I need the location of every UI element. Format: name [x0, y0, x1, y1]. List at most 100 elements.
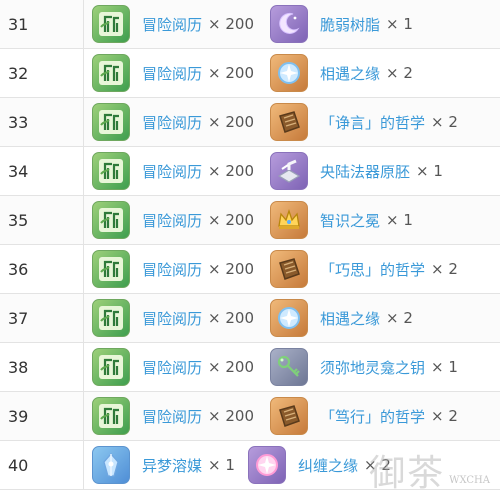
row-index: 36 [0, 245, 84, 293]
reward-qty: × 2 [386, 309, 413, 327]
reward-2: 「巧思」的哲学 × 2 [270, 245, 458, 293]
reward-1: 冒险阅历 × 200 [92, 392, 254, 440]
reward-2: 「诤言」的哲学 × 2 [270, 98, 458, 146]
row-index: 37 [0, 294, 84, 342]
adventure-exp-icon [92, 152, 130, 190]
reward-2: 央陆法器原胚 × 1 [270, 147, 443, 195]
reward-link[interactable]: 冒险阅历 [142, 308, 202, 329]
reward-qty: × 1 [386, 15, 413, 33]
acquaint-fate-icon [270, 54, 308, 92]
reward-link[interactable]: 冒险阅历 [142, 161, 202, 182]
reward-2: 「笃行」的哲学 × 2 [270, 392, 458, 440]
row-index: 40 [0, 441, 84, 489]
table-row: 32 冒险阅历 × 200 相遇之缘 × 2 [0, 49, 500, 98]
reward-qty: × 200 [208, 407, 254, 425]
table-row: 36 冒险阅历 × 200 「巧思」的哲学 × 2 [0, 245, 500, 294]
reward-link[interactable]: 须弥地灵龛之钥 [320, 357, 425, 378]
row-index: 32 [0, 49, 84, 97]
reward-qty: × 2 [431, 113, 458, 131]
adventure-exp-icon [92, 5, 130, 43]
reward-link[interactable]: 冒险阅历 [142, 357, 202, 378]
reward-link[interactable]: 冒险阅历 [142, 259, 202, 280]
reward-qty: × 2 [431, 407, 458, 425]
crown-icon [270, 201, 308, 239]
adventure-exp-icon [92, 201, 130, 239]
reward-link[interactable]: 「巧思」的哲学 [320, 259, 425, 280]
reward-qty: × 1 [431, 358, 458, 376]
reward-qty: × 1 [208, 456, 235, 474]
reward-link[interactable]: 相遇之缘 [320, 63, 380, 84]
reward-2: 智识之冕 × 1 [270, 196, 413, 244]
reward-qty: × 200 [208, 260, 254, 278]
adventure-exp-icon [92, 299, 130, 337]
reward-2: 相遇之缘 × 2 [270, 49, 413, 97]
table-row: 35 冒险阅历 × 200 智识之冕 × 1 [0, 196, 500, 245]
table-row: 31 冒险阅历 × 200 脆弱树脂 × 1 [0, 0, 500, 49]
reward-qty: × 200 [208, 211, 254, 229]
table-row: 40 异梦溶媒 × 1 纠缠之缘 × 2 [0, 441, 500, 490]
reward-qty: × 200 [208, 113, 254, 131]
philosophy-book-icon [270, 250, 308, 288]
adventure-exp-icon [92, 54, 130, 92]
philosophy-book-icon [270, 397, 308, 435]
shrine-key-icon [270, 348, 308, 386]
row-index: 38 [0, 343, 84, 391]
reward-link[interactable]: 冒险阅历 [142, 14, 202, 35]
reward-1: 冒险阅历 × 200 [92, 98, 254, 146]
intertwined-fate-icon [248, 446, 286, 484]
reward-qty: × 2 [386, 64, 413, 82]
table-row: 39 冒险阅历 × 200 「笃行」的哲学 × 2 [0, 392, 500, 441]
adventure-exp-icon [92, 250, 130, 288]
table-row: 37 冒险阅历 × 200 相遇之缘 × 2 [0, 294, 500, 343]
reward-1: 冒险阅历 × 200 [92, 147, 254, 195]
reward-link[interactable]: 央陆法器原胚 [320, 161, 410, 182]
philosophy-book-icon [270, 103, 308, 141]
reward-2: 脆弱树脂 × 1 [270, 0, 413, 48]
reward-qty: × 2 [364, 456, 391, 474]
table-row: 33 冒险阅历 × 200 「诤言」的哲学 × 2 [0, 98, 500, 147]
adventure-exp-icon [92, 103, 130, 141]
reward-1: 冒险阅历 × 200 [92, 0, 254, 48]
reward-1: 冒险阅历 × 200 [92, 343, 254, 391]
reward-qty: × 200 [208, 358, 254, 376]
row-index: 33 [0, 98, 84, 146]
row-index: 31 [0, 0, 84, 48]
reward-link[interactable]: 纠缠之缘 [298, 455, 358, 476]
reward-2: 相遇之缘 × 2 [270, 294, 413, 342]
reward-link[interactable]: 冒险阅历 [142, 406, 202, 427]
row-index: 39 [0, 392, 84, 440]
row-index: 35 [0, 196, 84, 244]
reward-1: 冒险阅历 × 200 [92, 196, 254, 244]
reward-qty: × 200 [208, 15, 254, 33]
reward-1: 异梦溶媒 × 1 [92, 441, 235, 489]
reward-link[interactable]: 相遇之缘 [320, 308, 380, 329]
reward-link[interactable]: 冒险阅历 [142, 63, 202, 84]
reward-link[interactable]: 异梦溶媒 [142, 455, 202, 476]
adventure-exp-icon [92, 348, 130, 386]
reward-link[interactable]: 脆弱树脂 [320, 14, 380, 35]
table-row: 38 冒险阅历 × 200 须弥地灵龛之钥 × 1 [0, 343, 500, 392]
reward-link[interactable]: 冒险阅历 [142, 112, 202, 133]
dream-solvent-icon [92, 446, 130, 484]
reward-1: 冒险阅历 × 200 [92, 294, 254, 342]
rewards-table: 31 冒险阅历 × 200 脆弱树脂 × 1 32 冒险阅历 × 200 相遇之… [0, 0, 500, 490]
catalyst-billet-icon [270, 152, 308, 190]
reward-2: 纠缠之缘 × 2 [248, 441, 391, 489]
table-row: 34 冒险阅历 × 200 央陆法器原胚 × 1 [0, 147, 500, 196]
reward-1: 冒险阅历 × 200 [92, 49, 254, 97]
reward-qty: × 2 [431, 260, 458, 278]
reward-2: 须弥地灵龛之钥 × 1 [270, 343, 458, 391]
reward-link[interactable]: 「笃行」的哲学 [320, 406, 425, 427]
reward-qty: × 200 [208, 309, 254, 327]
reward-qty: × 200 [208, 162, 254, 180]
reward-qty: × 1 [386, 211, 413, 229]
reward-link[interactable]: 「诤言」的哲学 [320, 112, 425, 133]
reward-qty: × 1 [416, 162, 443, 180]
acquaint-fate-icon [270, 299, 308, 337]
reward-qty: × 200 [208, 64, 254, 82]
reward-1: 冒险阅历 × 200 [92, 245, 254, 293]
reward-link[interactable]: 冒险阅历 [142, 210, 202, 231]
row-index: 34 [0, 147, 84, 195]
adventure-exp-icon [92, 397, 130, 435]
reward-link[interactable]: 智识之冕 [320, 210, 380, 231]
